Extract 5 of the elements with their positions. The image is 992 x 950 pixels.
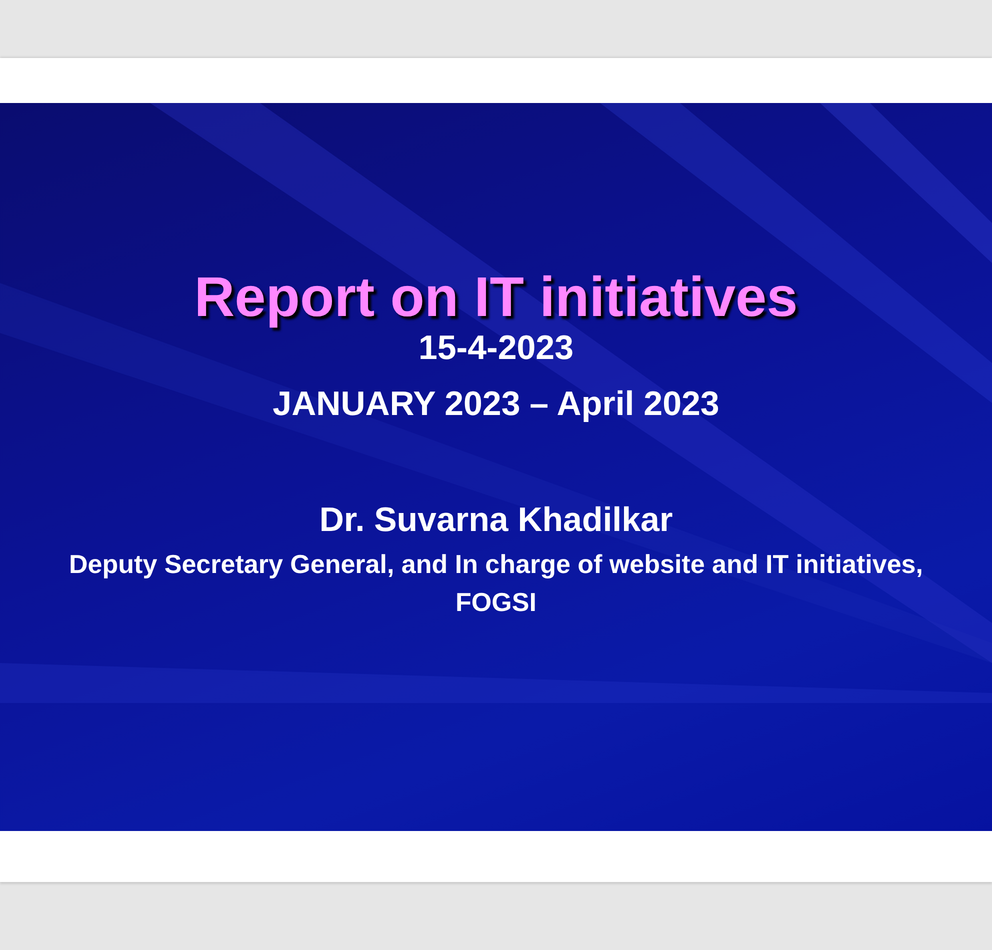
presenter-role: Deputy Secretary General, and In charge of website and IT initiatives, FOGSI [68,548,924,619]
slide-period: JANUARY 2023 – April 2023 [272,384,720,425]
slide-title: Report on IT initiatives [194,264,798,330]
slide-date: 15-4-2023 [418,328,574,369]
presenter-name: Dr. Suvarna Khadilkar [319,500,673,541]
